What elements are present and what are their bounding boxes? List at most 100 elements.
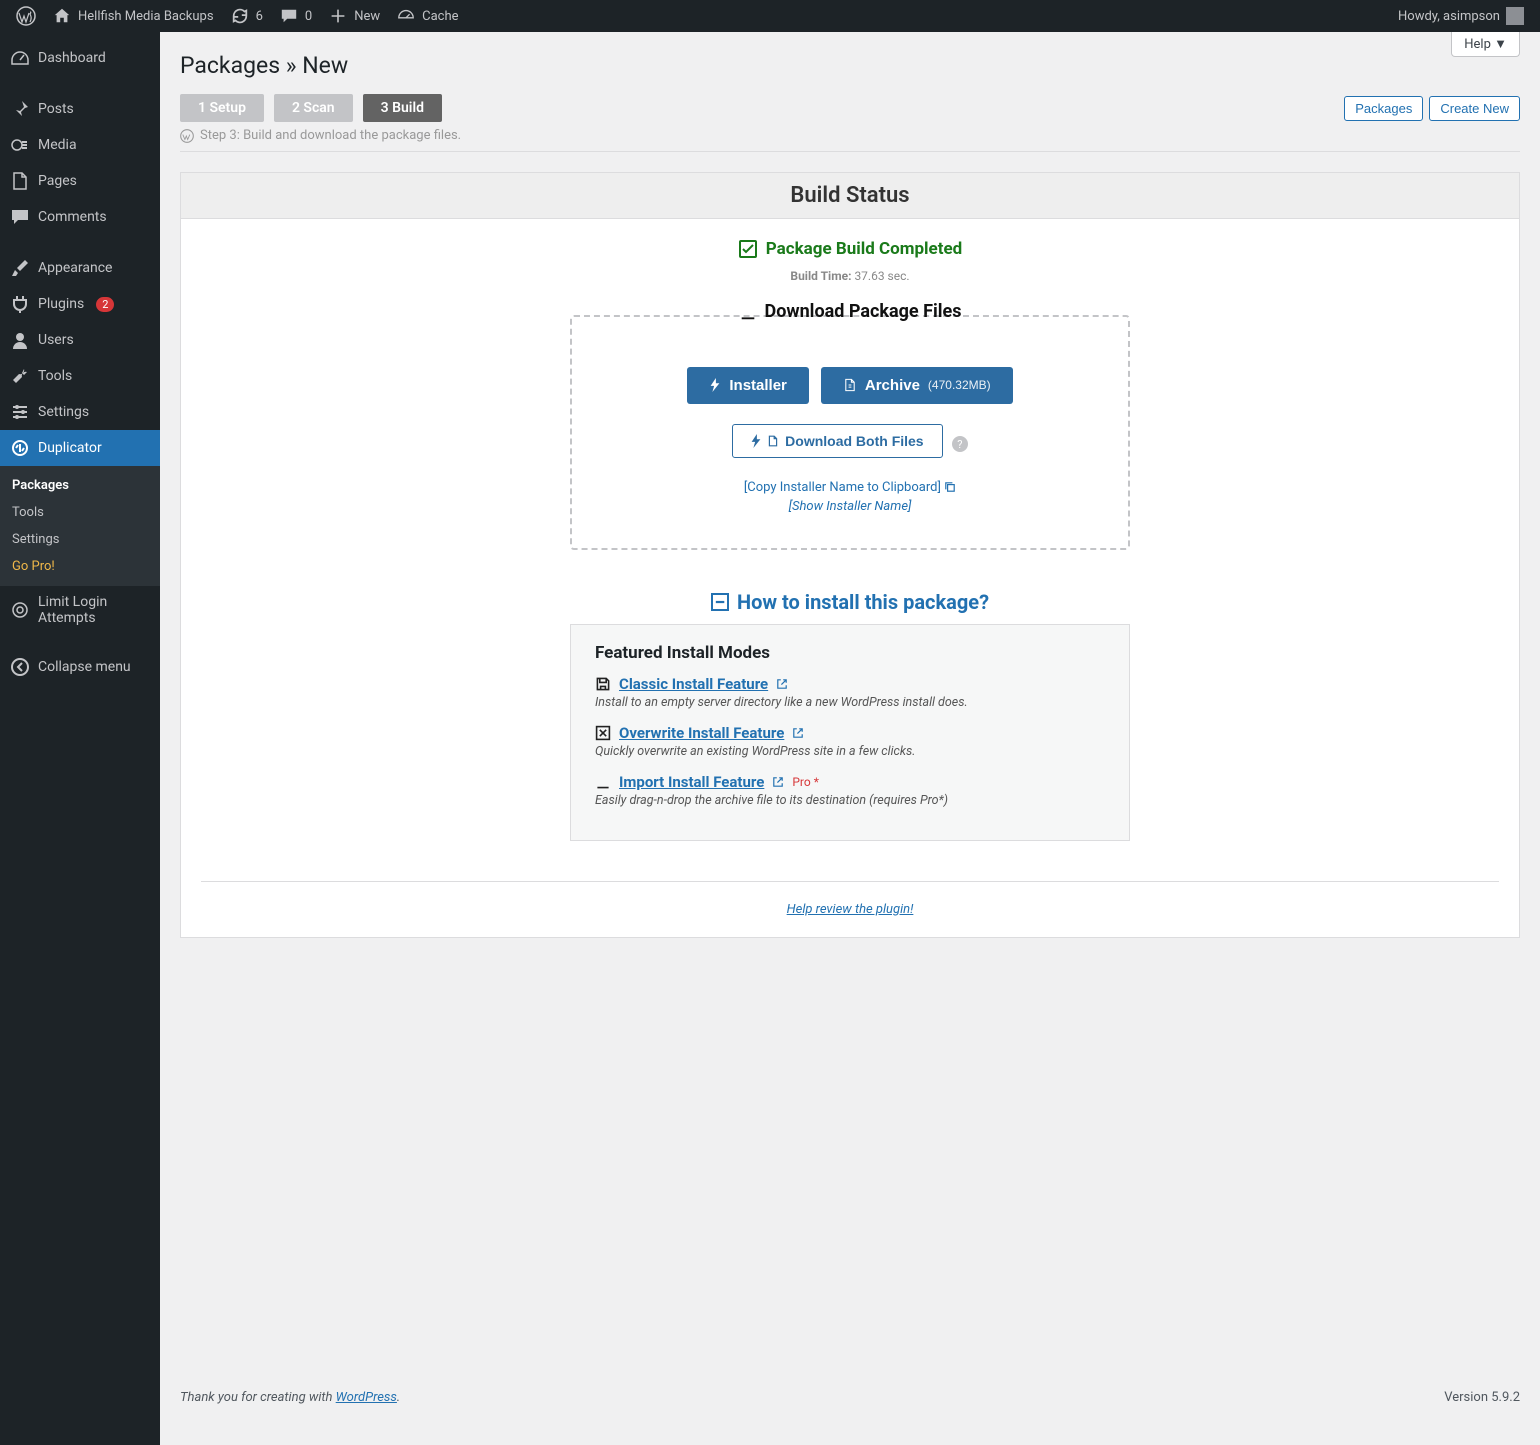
home-icon xyxy=(52,6,72,26)
new-link[interactable]: New xyxy=(320,0,388,32)
build-time: Build Time: 37.63 sec. xyxy=(201,269,1499,283)
sliders-icon xyxy=(10,402,30,422)
create-new-button[interactable]: Create New xyxy=(1429,96,1520,121)
menu-comments[interactable]: Comments xyxy=(0,199,160,235)
copy-installer-link[interactable]: [Copy Installer Name to Clipboard] xyxy=(612,480,1088,495)
target-icon xyxy=(10,600,30,620)
wizard-steps: 1 Setup 2 Scan 3 Build xyxy=(180,94,442,122)
overwrite-link[interactable]: Overwrite Install Feature xyxy=(619,724,784,742)
menu-media[interactable]: Media xyxy=(0,127,160,163)
menu-tools[interactable]: Tools xyxy=(0,358,160,394)
download-both-button[interactable]: Download Both Files xyxy=(732,424,942,458)
archive-icon xyxy=(843,378,857,392)
install-modes-box: Featured Install Modes Classic Install F… xyxy=(570,624,1130,841)
file-icon xyxy=(767,434,779,448)
cache-label: Cache xyxy=(422,9,458,24)
account-link[interactable]: Howdy, asimpson xyxy=(1390,0,1532,32)
avatar-icon xyxy=(1506,7,1524,25)
installer-button[interactable]: Installer xyxy=(687,367,809,404)
menu-appearance[interactable]: Appearance xyxy=(0,250,160,286)
completed-status: Package Build Completed xyxy=(738,239,962,259)
comment-icon xyxy=(279,6,299,26)
page-icon xyxy=(10,171,30,191)
updates-link[interactable]: 6 xyxy=(222,0,271,32)
brush-icon xyxy=(10,258,30,278)
review-link[interactable]: Help review the plugin! xyxy=(787,902,914,917)
duplicator-submenu: Packages Tools Settings Go Pro! xyxy=(0,466,160,586)
help-icon[interactable]: ? xyxy=(952,436,968,452)
menu-plugins[interactable]: Plugins 2 xyxy=(0,286,160,322)
review-link-row: Help review the plugin! xyxy=(201,902,1499,917)
duplicator-icon xyxy=(10,438,30,458)
external-icon xyxy=(772,776,784,788)
step-setup: 1 Setup xyxy=(180,94,264,122)
site-name-link[interactable]: Hellfish Media Backups xyxy=(44,0,222,32)
menu-dashboard[interactable]: Dashboard xyxy=(0,40,160,76)
comments-link[interactable]: 0 xyxy=(271,0,320,32)
submenu-packages[interactable]: Packages xyxy=(0,472,160,499)
plug-icon xyxy=(10,294,30,314)
classic-link[interactable]: Classic Install Feature xyxy=(619,675,768,693)
pin-icon xyxy=(10,99,30,119)
download-box: Installer Archive (470.32MB) Download B xyxy=(570,315,1130,550)
wordpress-icon xyxy=(16,6,36,26)
menu-duplicator[interactable]: Duplicator xyxy=(0,430,160,466)
howdy-label: Howdy, asimpson xyxy=(1398,9,1500,24)
external-icon xyxy=(776,678,788,690)
import-link[interactable]: Import Install Feature xyxy=(619,773,764,791)
bolt-icon xyxy=(709,378,721,392)
dashboard-icon xyxy=(10,48,30,68)
submenu-settings[interactable]: Settings xyxy=(0,526,160,553)
admin-sidebar: Dashboard Posts Media Pages Comments App… xyxy=(0,32,160,1445)
feature-import: Import Install Feature Pro * Easily drag… xyxy=(595,773,1105,808)
download-icon xyxy=(595,774,611,790)
cache-link[interactable]: Cache xyxy=(388,0,466,32)
download-title: Download Package Files xyxy=(739,301,962,322)
howto-toggle[interactable]: − How to install this package? xyxy=(711,590,989,614)
plus-icon xyxy=(328,6,348,26)
submenu-gopro[interactable]: Go Pro! xyxy=(0,553,160,580)
version-label: Version 5.9.2 xyxy=(1444,1390,1520,1405)
updates-count: 6 xyxy=(256,9,263,24)
wp-logo[interactable] xyxy=(8,0,44,32)
menu-pages[interactable]: Pages xyxy=(0,163,160,199)
submenu-tools[interactable]: Tools xyxy=(0,499,160,526)
copy-icon xyxy=(944,481,956,493)
wrench-icon xyxy=(10,366,30,386)
feature-classic: Classic Install Feature Install to an em… xyxy=(595,675,1105,710)
step-description: Step 3: Build and download the package f… xyxy=(180,128,1520,143)
overwrite-icon xyxy=(595,725,611,741)
feature-overwrite: Overwrite Install Feature Quickly overwr… xyxy=(595,724,1105,759)
footer: Thank you for creating with WordPress. V… xyxy=(180,1350,1520,1405)
step-build: 3 Build xyxy=(363,94,442,122)
gauge-icon xyxy=(396,6,416,26)
user-icon xyxy=(10,330,30,350)
external-icon xyxy=(792,727,804,739)
show-installer-link[interactable]: [Show Installer Name] xyxy=(612,499,1088,514)
updates-icon xyxy=(230,6,250,26)
menu-limit-login[interactable]: Limit Login Attempts xyxy=(0,586,160,634)
site-name: Hellfish Media Backups xyxy=(78,9,214,24)
media-icon xyxy=(10,135,30,155)
pro-badge: Pro * xyxy=(792,775,819,789)
help-tab[interactable]: Help ▼ xyxy=(1451,32,1520,57)
menu-settings[interactable]: Settings xyxy=(0,394,160,430)
build-header: Build Status xyxy=(181,173,1519,219)
wordpress-link[interactable]: WordPress xyxy=(336,1390,397,1405)
plugins-badge: 2 xyxy=(96,297,114,312)
menu-users[interactable]: Users xyxy=(0,322,160,358)
packages-button[interactable]: Packages xyxy=(1344,96,1423,121)
save-icon xyxy=(595,676,611,692)
archive-button[interactable]: Archive (470.32MB) xyxy=(821,367,1013,404)
admin-bar: Hellfish Media Backups 6 0 New Cache xyxy=(0,0,1540,32)
new-label: New xyxy=(354,9,380,24)
menu-posts[interactable]: Posts xyxy=(0,91,160,127)
comment-icon xyxy=(10,207,30,227)
bolt-icon xyxy=(751,434,761,448)
comments-count: 0 xyxy=(305,9,312,24)
page-title: Packages » New xyxy=(180,32,1520,94)
build-panel: Build Status Package Build Completed Bui… xyxy=(180,172,1520,938)
step-scan: 2 Scan xyxy=(274,94,353,122)
minus-icon: − xyxy=(711,593,729,611)
menu-collapse[interactable]: Collapse menu xyxy=(0,649,160,685)
